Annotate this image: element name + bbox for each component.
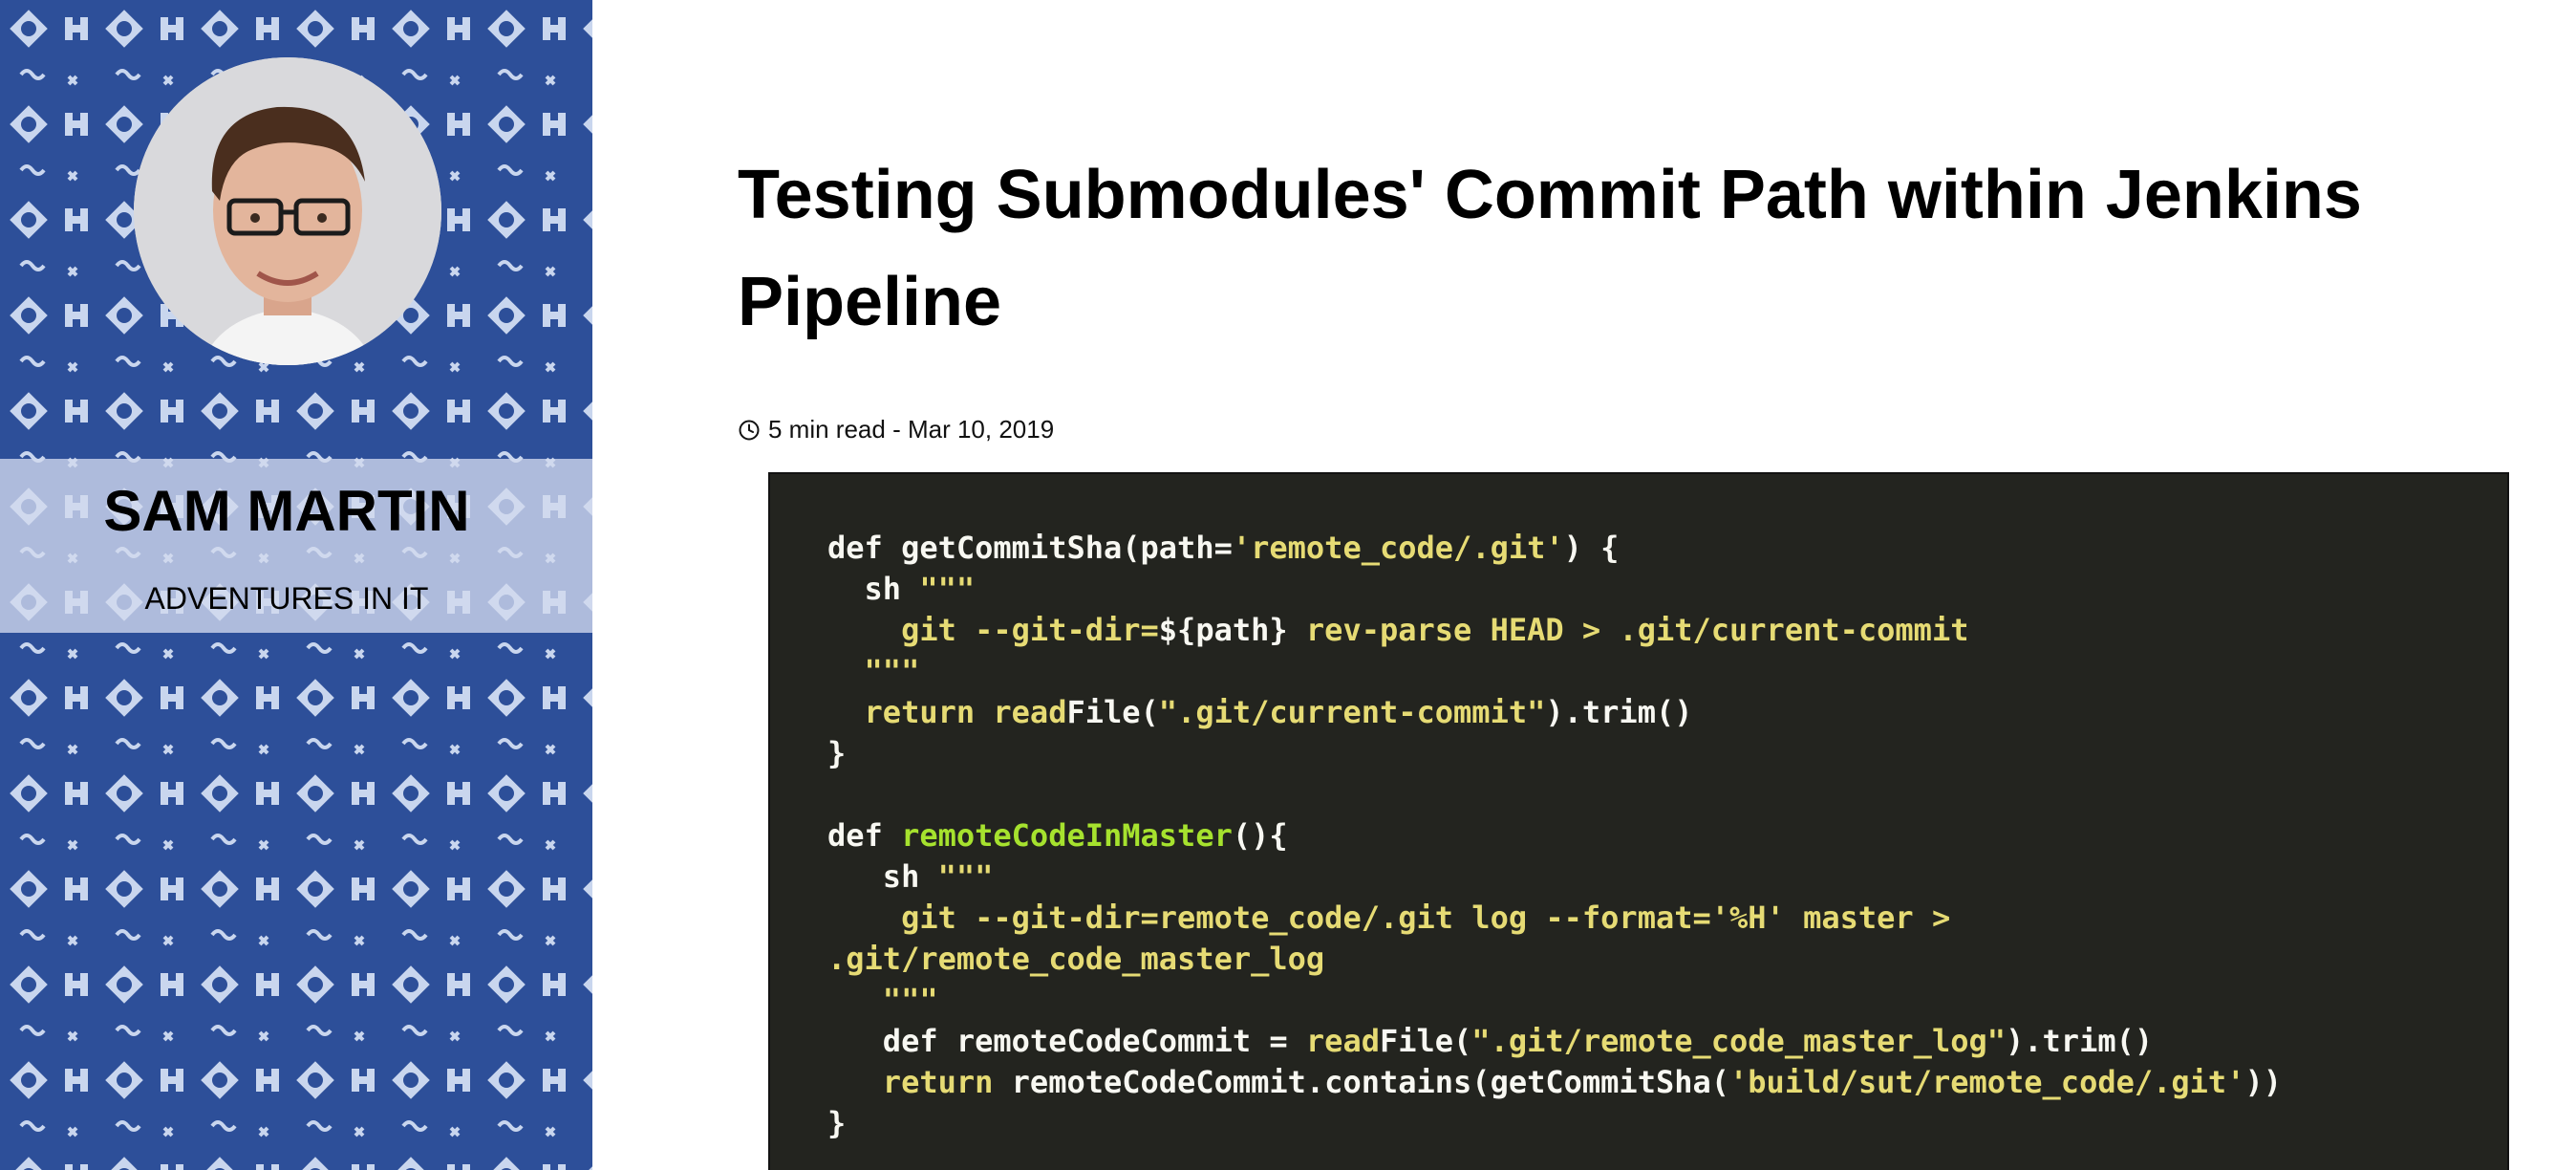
main-content: Testing Submodules' Commit Path within J…	[592, 0, 2576, 1170]
code-line: .git/remote_code_master_log	[827, 941, 1325, 977]
post-meta: 5 min read - Mar 10, 2019	[738, 415, 1054, 444]
code-block: def getCommitSha(path='remote_code/.git'…	[768, 472, 2509, 1170]
code-line: git --git-dir=${path} rev-parse HEAD > .…	[827, 612, 1969, 648]
site-tagline: ADVENTURES IN IT	[144, 581, 429, 616]
code-line: """	[827, 982, 938, 1018]
code-line: def remoteCodeCommit = readFile(".git/re…	[827, 1023, 2154, 1059]
avatar	[134, 57, 441, 365]
code-line: sh """	[827, 571, 976, 607]
clock-icon	[739, 420, 760, 440]
site-name[interactable]: SAM MARTIN	[0, 478, 573, 544]
code-line: return readFile(".git/current-commit").t…	[827, 694, 1693, 730]
code-line: }	[827, 1105, 847, 1141]
code-line: }	[827, 735, 847, 771]
post-meta-text: 5 min read - Mar 10, 2019	[768, 415, 1055, 444]
sidebar: SAM MARTIN ADVENTURES IN IT	[0, 0, 592, 1170]
code-line: def getCommitSha(path='remote_code/.git'…	[827, 530, 1620, 566]
page: SAM MARTIN ADVENTURES IN IT Testing Subm…	[0, 0, 2576, 1170]
post-title: Testing Submodules' Commit Path within J…	[738, 157, 2362, 340]
code-line: def remoteCodeInMaster(){	[827, 817, 1288, 854]
code-line: """	[827, 653, 920, 689]
code-line: return remoteCodeCommit.contains(getComm…	[827, 1064, 2282, 1100]
code-line: git --git-dir=remote_code/.git log --for…	[827, 899, 1951, 936]
avatar-photo-icon	[134, 57, 441, 365]
code-content: def getCommitSha(path='remote_code/.git'…	[827, 528, 2507, 1144]
code-line: sh """	[827, 858, 994, 895]
